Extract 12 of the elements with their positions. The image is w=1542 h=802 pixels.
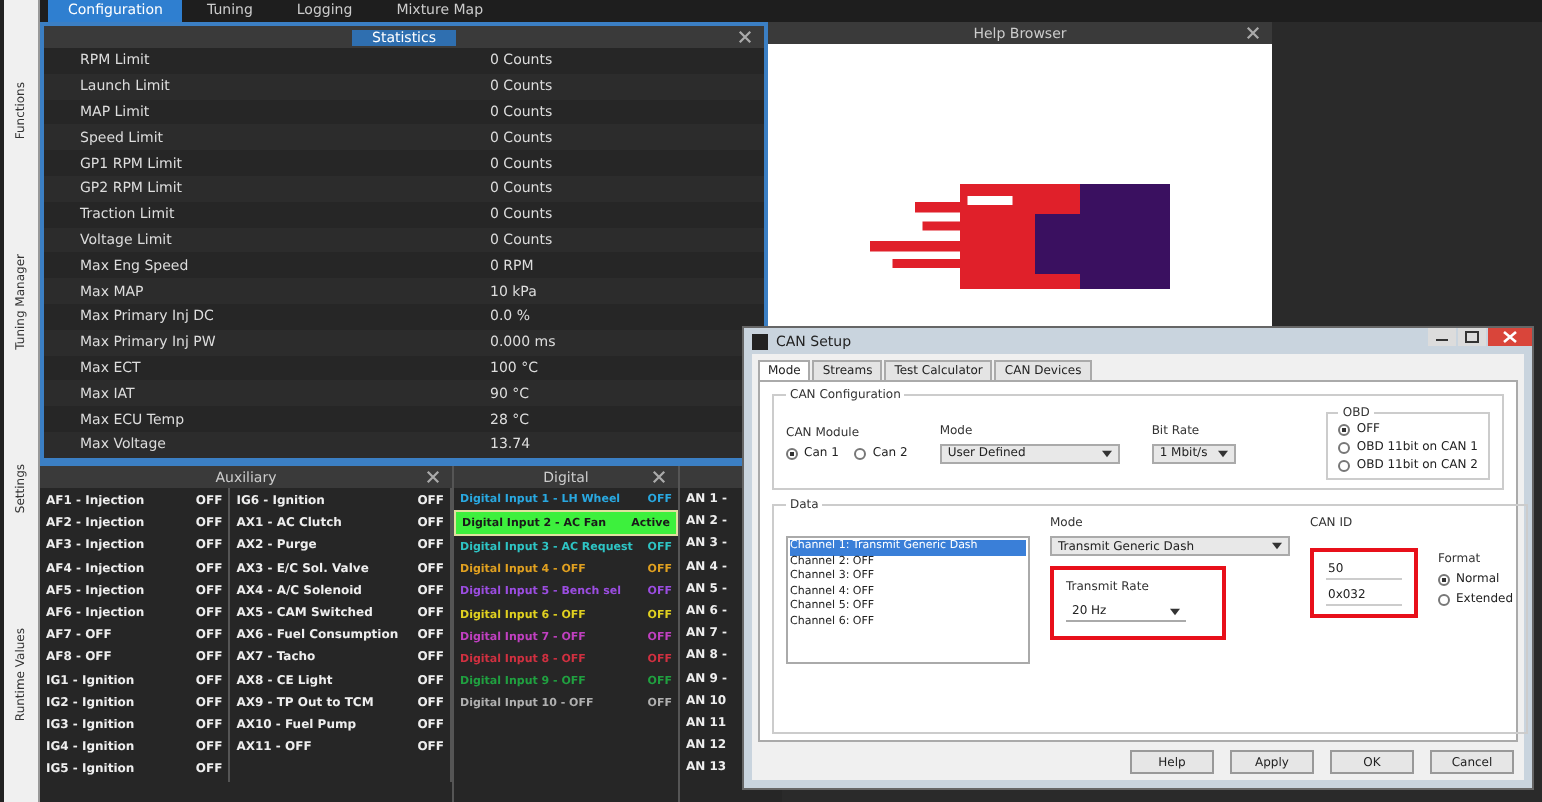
caret-icon [1272, 542, 1282, 550]
close-icon[interactable] [426, 470, 440, 484]
close-icon[interactable] [652, 470, 666, 484]
caret-icon [1101, 449, 1112, 457]
close-icon[interactable] [1488, 328, 1532, 346]
caret-icon [1217, 449, 1228, 457]
close-icon[interactable] [738, 30, 752, 44]
app-icon [752, 333, 768, 349]
minimize-icon[interactable] [1428, 328, 1456, 346]
close-icon[interactable] [1246, 26, 1260, 40]
maximize-icon[interactable] [1458, 328, 1486, 346]
caret-icon [1170, 607, 1180, 615]
